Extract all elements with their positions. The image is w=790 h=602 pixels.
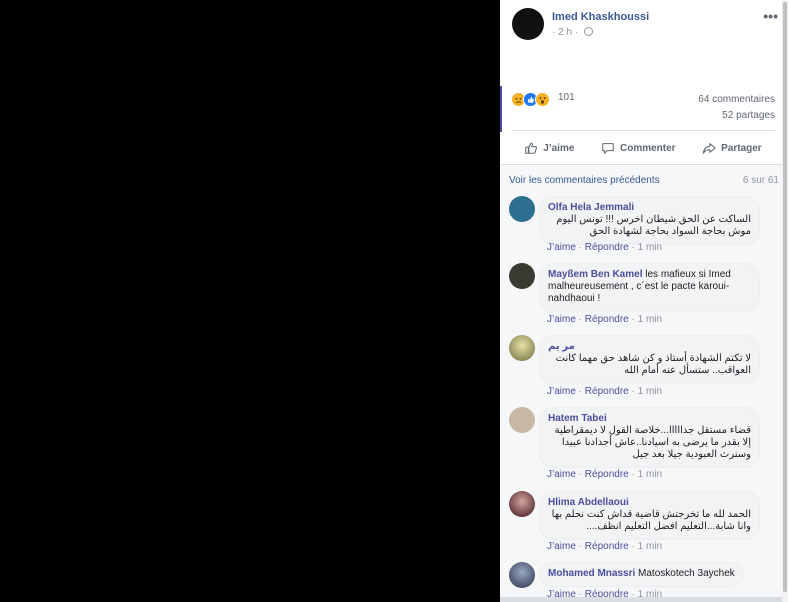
- comment-reply-link[interactable]: Répondre: [585, 469, 629, 480]
- commenter-avatar[interactable]: [509, 196, 535, 222]
- comment-time[interactable]: 1 min: [638, 541, 662, 552]
- comment-time[interactable]: 1 min: [638, 314, 662, 325]
- post-time[interactable]: · 2 h ·: [552, 27, 578, 38]
- composer-edge: [500, 597, 788, 602]
- comment-icon: [602, 143, 614, 154]
- commenter-name[interactable]: Olfa Hela Jemmali: [548, 202, 634, 213]
- focus-indicator: [500, 86, 502, 132]
- post-meta: · 2 h ·: [552, 27, 593, 38]
- commenter-name[interactable]: Mohamed Mnassri: [548, 568, 635, 579]
- comment-text: Matoskotech 3aychek: [638, 568, 735, 579]
- like-label: J’aime: [543, 142, 575, 154]
- comment-bubble: Mayßem Ben Kamel les mafieux si Imed mal…: [539, 263, 760, 312]
- globe-icon: [583, 27, 593, 36]
- comment-like-link[interactable]: J’aime: [547, 314, 576, 325]
- comment-like-link[interactable]: J’aime: [547, 469, 576, 480]
- comment-text: لا تكتم الشهادة أستاذ و كن شاهد حق مهما …: [555, 353, 751, 376]
- comment-button[interactable]: Commenter: [601, 141, 676, 155]
- comment-text: الساكت عن الحق شيطان اخرس !!! تونس اليوم…: [556, 214, 751, 237]
- comment-actions: J’aime · Répondre · 1 min: [547, 469, 663, 480]
- comment-reply-link[interactable]: Répondre: [585, 242, 629, 253]
- comment-text: الحمد لله ما تخرجتش قاضية قداش كنت نحلم …: [551, 509, 751, 532]
- comment-actions: J’aime · Répondre · 1 min: [547, 386, 663, 397]
- scrollbar-thumb[interactable]: [783, 2, 787, 592]
- like-button[interactable]: J’aime: [524, 141, 574, 155]
- commenter-avatar[interactable]: [509, 491, 535, 517]
- comment-text: قضاء مستقل جدااااا...خلاصة القول لا ديمق…: [554, 425, 751, 460]
- commenter-name[interactable]: Hlima Abdellaoui: [548, 497, 751, 509]
- comment-time[interactable]: 1 min: [638, 386, 662, 397]
- comment-like-link[interactable]: J’aime: [547, 541, 576, 552]
- divider: [511, 130, 775, 131]
- comment-reply-link[interactable]: Répondre: [585, 386, 629, 397]
- share-button[interactable]: Partager: [702, 141, 762, 155]
- comment-like-link[interactable]: J’aime: [547, 242, 576, 253]
- comment-bubble: Hlima Abdellaoui الحمد لله ما تخرجتش قاض…: [539, 491, 760, 540]
- comment-actions: J’aime · Répondre · 1 min: [547, 314, 663, 325]
- author-name[interactable]: Imed Khaskhoussi: [552, 11, 649, 23]
- commenter-avatar[interactable]: [509, 335, 535, 361]
- reaction-count[interactable]: 101: [558, 92, 575, 103]
- comment-bubble: Hatem Tabei قضاء مستقل جدااااا...خلاصة ا…: [539, 407, 760, 468]
- previous-comments-link[interactable]: Voir les commentaires précédents: [509, 175, 660, 186]
- comments-section: Voir les commentaires précédents 6 sur 6…: [500, 164, 788, 602]
- post-actions: J’aime Commenter Partager: [511, 134, 775, 162]
- comment-time[interactable]: 1 min: [638, 242, 662, 253]
- author-avatar[interactable]: [512, 8, 544, 40]
- comment-bubble: Mohamed Mnassri Matoskotech 3aychek: [539, 562, 744, 587]
- more-icon[interactable]: •••: [763, 8, 778, 24]
- post-counts: 64 commentaires 52 partages: [698, 92, 775, 124]
- commenter-avatar[interactable]: [509, 407, 535, 433]
- commenter-name[interactable]: Hatem Tabei: [548, 413, 751, 425]
- comment-label: Commenter: [619, 142, 676, 154]
- comment-reply-link[interactable]: Répondre: [585, 314, 629, 325]
- commenter-name[interactable]: مر يم: [548, 341, 751, 353]
- post-panel: Imed Khaskhoussi · 2 h · ••• 101 64 comm…: [500, 0, 790, 602]
- share-icon: [702, 143, 716, 154]
- post-header: Imed Khaskhoussi · 2 h · •••: [512, 8, 778, 48]
- commenter-avatar[interactable]: [509, 562, 535, 588]
- comment-reply-link[interactable]: Répondre: [585, 541, 629, 552]
- comment-actions: J’aime · Répondre · 1 min: [547, 242, 663, 253]
- share-label: Partager: [721, 142, 762, 154]
- comment-bubble: مر يم لا تكتم الشهادة أستاذ و كن شاهد حق…: [539, 335, 760, 384]
- comment-bubble: Olfa Hela Jemmali الساكت عن الحق شيطان ا…: [539, 196, 760, 245]
- comment-like-link[interactable]: J’aime: [547, 386, 576, 397]
- thumbs-up-icon: [525, 142, 538, 154]
- shares-count[interactable]: 52 partages: [698, 108, 775, 124]
- comments-position: 6 sur 61: [742, 175, 779, 186]
- comments-count[interactable]: 64 commentaires: [698, 92, 775, 108]
- commenter-name[interactable]: Mayßem Ben Kamel: [548, 269, 642, 280]
- commenter-avatar[interactable]: [509, 263, 535, 289]
- wow-reaction-icon: [535, 92, 550, 107]
- comment-actions: J’aime · Répondre · 1 min: [547, 541, 663, 552]
- comment-time[interactable]: 1 min: [638, 469, 662, 480]
